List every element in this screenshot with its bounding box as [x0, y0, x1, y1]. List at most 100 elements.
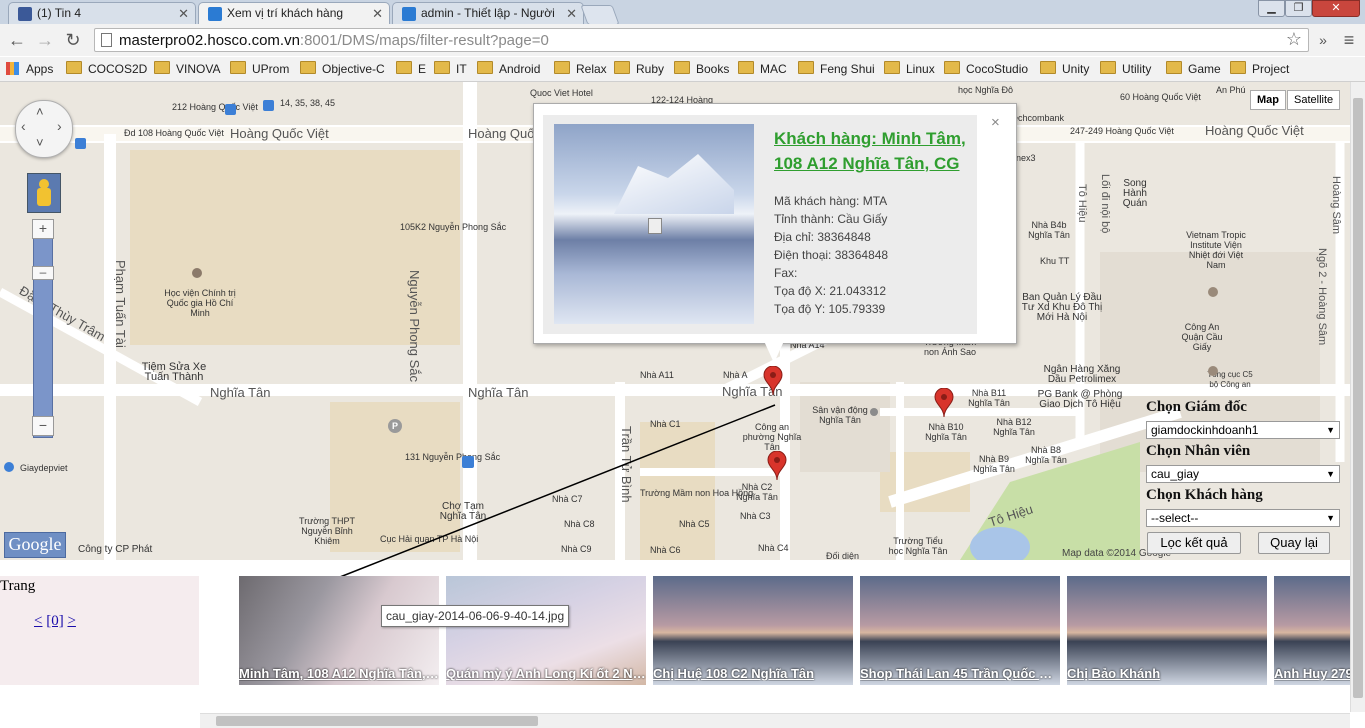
- gallery-item[interactable]: Quán mỳ ý Anh Long Kí ốt 2 Nghĩa Tân: [446, 576, 646, 685]
- vertical-scroll-thumb[interactable]: [1353, 98, 1363, 698]
- menu-icon[interactable]: ≡: [1338, 30, 1360, 50]
- director-select[interactable]: giamdockinhdoanh1 ▼: [1146, 421, 1340, 439]
- school-icon: [192, 268, 202, 278]
- bookmark-label: Books: [696, 62, 730, 76]
- bookmark-label: Android: [499, 62, 541, 76]
- tab-close-icon[interactable]: ✕: [372, 3, 383, 24]
- place-label: Nhà C3: [740, 511, 771, 521]
- tab-title: admin - Thiết lập - Người: [421, 6, 555, 20]
- horizontal-scrollbar[interactable]: [200, 713, 1350, 728]
- horizontal-scroll-thumb[interactable]: [216, 716, 538, 726]
- zoom-out-button[interactable]: −: [32, 416, 54, 436]
- tab-customer-location[interactable]: Xem vị trí khách hàng ✕: [198, 2, 390, 24]
- bookmark-folder[interactable]: Unity: [1040, 61, 1089, 77]
- customer-title-link[interactable]: Khách hàng: Minh Tâm, 108 A12 Nghĩa Tân,…: [774, 126, 974, 176]
- tab-admin-settings[interactable]: admin - Thiết lập - Người ✕: [392, 2, 584, 24]
- extensions-chevron-icon[interactable]: »: [1312, 30, 1334, 50]
- tab-close-icon[interactable]: ✕: [566, 3, 577, 24]
- folder-icon: [738, 61, 754, 74]
- bookmark-folder[interactable]: COCOS2D: [66, 61, 147, 77]
- customer-marker[interactable]: [934, 388, 954, 418]
- filter-results-button[interactable]: Lọc kết quả: [1147, 532, 1241, 554]
- place-label: Nhà B9 Nghĩa Tân: [973, 454, 1015, 474]
- new-tab-button[interactable]: [580, 5, 620, 25]
- folder-icon: [554, 61, 570, 74]
- bookmark-folder[interactable]: IT: [434, 61, 467, 77]
- url-path: :8001/DMS/maps/filter-result?page=0: [299, 32, 549, 49]
- prev-page-link[interactable]: <: [34, 613, 42, 629]
- star-icon[interactable]: ☆: [1286, 29, 1302, 50]
- bookmark-folder[interactable]: Relax: [554, 61, 607, 77]
- bookmark-folder[interactable]: Project: [1230, 61, 1289, 77]
- street-view-pegman-icon[interactable]: [27, 173, 61, 213]
- bookmark-folder[interactable]: E: [396, 61, 426, 77]
- bookmark-folder[interactable]: Game: [1166, 61, 1221, 77]
- staff-select[interactable]: cau_giay ▼: [1146, 465, 1340, 483]
- bookmark-folder[interactable]: Android: [477, 61, 540, 77]
- customer-marker[interactable]: [763, 366, 783, 396]
- gallery-item[interactable]: Chị Huệ 108 C2 Nghĩa Tân: [653, 576, 853, 685]
- gallery-caption[interactable]: Chị Huệ 108 C2 Nghĩa Tân: [653, 666, 853, 681]
- folder-icon: [300, 61, 316, 74]
- folder-icon: [614, 61, 630, 74]
- gallery-caption[interactable]: Quán mỳ ý Anh Long Kí ốt 2 Nghĩa Tân: [446, 666, 646, 681]
- address-bar[interactable]: masterpro02.hosco.com.vn:8001/DMS/maps/f…: [94, 28, 1309, 52]
- customer-select[interactable]: --select-- ▼: [1146, 509, 1340, 527]
- close-icon[interactable]: ×: [991, 114, 1000, 131]
- place-label: Công an phường Nghĩa Tân: [742, 422, 802, 452]
- pan-control[interactable]: ˄ ˅ ‹ ›: [15, 100, 73, 158]
- bookmark-folder[interactable]: Ruby: [614, 61, 664, 77]
- gallery-caption[interactable]: Shop Thái Lan 45 Trần Quốc Hoàn: [860, 666, 1060, 681]
- zoom-slider-handle[interactable]: –: [32, 266, 54, 280]
- close-window-button[interactable]: ✕: [1312, 0, 1360, 17]
- tab-close-icon[interactable]: ✕: [178, 3, 189, 24]
- bookmark-folder[interactable]: CocoStudio: [944, 61, 1028, 77]
- place-label: An Phú: [1216, 85, 1246, 95]
- place-label: Nhà B11 Nghĩa Tân: [968, 388, 1010, 408]
- road-label: Tô Hiệu: [1076, 184, 1088, 223]
- gallery-item[interactable]: Anh Huy 279: [1274, 576, 1350, 685]
- bookmark-folder[interactable]: MAC: [738, 61, 787, 77]
- pan-up-icon[interactable]: ˄: [36, 104, 44, 119]
- forward-arrow-icon[interactable]: →: [34, 30, 56, 50]
- bookmark-folder[interactable]: UProm: [230, 61, 289, 77]
- maximize-button[interactable]: ❐: [1285, 0, 1312, 17]
- gallery-item[interactable]: Shop Thái Lan 45 Trần Quốc Hoàn: [860, 576, 1060, 685]
- bookmark-folder[interactable]: Objective-C: [300, 61, 385, 77]
- gallery-caption[interactable]: Anh Huy 279: [1274, 666, 1350, 681]
- google-logo[interactable]: Google: [4, 532, 66, 558]
- back-arrow-icon[interactable]: ←: [6, 30, 28, 50]
- next-page-link[interactable]: >: [67, 613, 75, 629]
- bookmark-folder[interactable]: Utility: [1100, 61, 1151, 77]
- bookmark-folder[interactable]: Books: [674, 61, 729, 77]
- gallery-item[interactable]: Chị Bảo Khánh: [1067, 576, 1267, 685]
- pan-right-icon[interactable]: ›: [57, 118, 62, 134]
- pan-down-icon[interactable]: ˅: [36, 135, 44, 150]
- bookmark-apps[interactable]: Apps: [6, 61, 53, 77]
- map-type-button[interactable]: Map: [1250, 90, 1286, 110]
- customer-marker[interactable]: [767, 451, 787, 481]
- zoom-slider-track[interactable]: [33, 220, 53, 438]
- place-label: Đd 108 Hoàng Quốc Việt: [124, 128, 224, 138]
- place-label: 131 Nguyễn Phong Sắc: [405, 452, 501, 462]
- folder-icon: [674, 61, 690, 74]
- satellite-type-button[interactable]: Satellite: [1287, 90, 1341, 110]
- place-label: Tiệm Sửa Xe Tuấn Thành: [141, 361, 207, 383]
- gallery-caption[interactable]: Minh Tâm, 108 A12 Nghĩa Tân, CG: [239, 666, 439, 681]
- place-label: Giaydepviet: [20, 463, 68, 473]
- zoom-in-button[interactable]: +: [32, 219, 54, 239]
- current-page-link[interactable]: [0]: [46, 613, 64, 629]
- road-label: Nghĩa Tân: [468, 385, 529, 400]
- gallery-caption[interactable]: Chị Bảo Khánh: [1067, 666, 1267, 681]
- bookmark-folder[interactable]: Linux: [884, 61, 935, 77]
- bookmark-folder[interactable]: Feng Shui: [798, 61, 875, 77]
- pan-left-icon[interactable]: ‹: [21, 118, 26, 134]
- vertical-scrollbar[interactable]: [1350, 82, 1365, 712]
- minimize-button[interactable]: ▁: [1258, 0, 1285, 17]
- reload-icon[interactable]: ↻: [62, 30, 84, 50]
- bookmark-folder[interactable]: VINOVA: [154, 61, 220, 77]
- place-label: 212 Hoàng Quốc Việt: [172, 102, 258, 112]
- back-button[interactable]: Quay lại: [1258, 532, 1330, 554]
- gallery-item[interactable]: Minh Tâm, 108 A12 Nghĩa Tân, CG: [239, 576, 439, 685]
- tab-facebook[interactable]: (1) Tin 4 ✕: [8, 2, 196, 24]
